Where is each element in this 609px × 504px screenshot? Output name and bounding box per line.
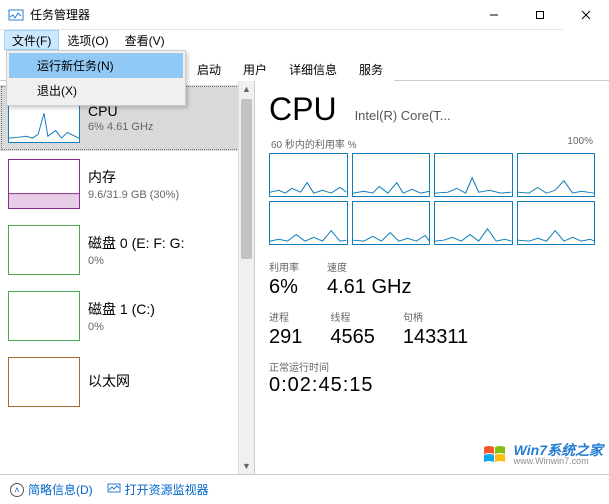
handle-value: 143311 — [403, 326, 468, 349]
uptime-label: 正常运行时间 — [269, 359, 595, 374]
main-area: CPU 6% 4.61 GHz 内存 9.6/31.9 GB (30%) 磁盘 … — [0, 81, 609, 474]
sidebar-scrollbar[interactable]: ▲ ▼ — [238, 81, 254, 474]
tab-users[interactable]: 用户 — [232, 57, 278, 81]
open-resmon-label: 打开资源监视器 — [125, 481, 209, 498]
menu-run-new-task[interactable]: 运行新任务(N) — [9, 53, 183, 78]
sidebar-item-ethernet[interactable]: 以太网 — [0, 349, 254, 415]
menubar: 文件(F) 选项(O) 查看(V) — [0, 30, 609, 50]
tab-startup[interactable]: 启动 — [186, 57, 232, 81]
chevron-up-icon: ˄ — [10, 483, 24, 497]
speed-label: 速度 — [327, 259, 411, 274]
uptime-value: 0:02:45:15 — [269, 374, 595, 397]
util-label: 利用率 — [269, 259, 299, 274]
windows-logo-icon — [482, 444, 510, 466]
scroll-down-icon[interactable]: ▼ — [239, 458, 254, 474]
sidebar-disk1-sub: 0% — [88, 321, 155, 333]
sidebar-item-disk1[interactable]: 磁盘 1 (C:) 0% — [0, 283, 254, 349]
menu-options[interactable]: 选项(O) — [59, 30, 116, 50]
detail-pane: CPU Intel(R) Core(T... 60 秒内的利用率 % 100% … — [255, 81, 609, 474]
tab-services[interactable]: 服务 — [348, 57, 394, 81]
proc-value: 291 — [269, 326, 302, 349]
eth-thumb — [8, 357, 80, 407]
speed-value: 4.61 GHz — [327, 276, 411, 299]
sidebar-eth-title: 以太网 — [88, 371, 130, 391]
disk0-thumb — [8, 225, 80, 275]
sidebar-item-disk0[interactable]: 磁盘 0 (E: F: G: 0% — [0, 217, 254, 283]
file-dropdown: 运行新任务(N) 退出(X) — [6, 50, 186, 106]
core-chart — [269, 153, 348, 197]
sidebar-mem-title: 内存 — [88, 167, 179, 187]
core-chart — [269, 201, 348, 245]
fewer-details-label: 简略信息(D) — [28, 481, 93, 498]
menu-file[interactable]: 文件(F) — [4, 30, 59, 50]
core-chart — [352, 153, 431, 197]
menu-exit[interactable]: 退出(X) — [9, 78, 183, 103]
thread-label: 线程 — [330, 309, 375, 324]
window-title: 任务管理器 — [30, 6, 471, 23]
util-value: 6% — [269, 276, 299, 299]
watermark: Win7系统之家 www.Winwin7.com — [482, 443, 603, 466]
sidebar-mem-sub: 9.6/31.9 GB (30%) — [88, 189, 179, 201]
titlebar: 任务管理器 — [0, 0, 609, 30]
close-button[interactable] — [563, 0, 609, 30]
sidebar-disk1-title: 磁盘 1 (C:) — [88, 299, 155, 319]
core-chart — [434, 153, 513, 197]
app-icon — [8, 7, 24, 23]
sidebar-disk0-sub: 0% — [88, 255, 184, 267]
core-chart — [517, 201, 596, 245]
scroll-up-icon[interactable]: ▲ — [239, 81, 254, 97]
chart-left-label: 60 秒内的利用率 % — [271, 136, 357, 151]
memory-thumb — [8, 159, 80, 209]
resmon-icon — [107, 481, 121, 498]
sidebar: CPU 6% 4.61 GHz 内存 9.6/31.9 GB (30%) 磁盘 … — [0, 81, 255, 474]
tab-details[interactable]: 详细信息 — [278, 57, 348, 81]
core-chart — [434, 201, 513, 245]
watermark-line1: Win7系统之家 — [514, 443, 603, 457]
handle-label: 句柄 — [403, 309, 468, 324]
minimize-button[interactable] — [471, 0, 517, 30]
scroll-thumb[interactable] — [241, 99, 252, 259]
sidebar-cpu-sub: 6% 4.61 GHz — [88, 121, 153, 133]
proc-label: 进程 — [269, 309, 302, 324]
sidebar-disk0-title: 磁盘 0 (E: F: G: — [88, 233, 184, 253]
maximize-button[interactable] — [517, 0, 563, 30]
core-chart — [517, 153, 596, 197]
window-controls — [471, 0, 609, 29]
core-grid — [269, 153, 595, 245]
detail-subtitle: Intel(R) Core(T... — [355, 108, 451, 123]
fewer-details-button[interactable]: ˄ 简略信息(D) — [10, 481, 93, 498]
thread-value: 4565 — [330, 326, 375, 349]
sidebar-item-memory[interactable]: 内存 9.6/31.9 GB (30%) — [0, 151, 254, 217]
open-resmon-button[interactable]: 打开资源监视器 — [107, 481, 209, 498]
disk1-thumb — [8, 291, 80, 341]
menu-view[interactable]: 查看(V) — [117, 30, 173, 50]
core-chart — [352, 201, 431, 245]
detail-title: CPU — [269, 91, 337, 128]
watermark-line2: www.Winwin7.com — [514, 457, 603, 466]
chart-right-label: 100% — [567, 136, 593, 151]
